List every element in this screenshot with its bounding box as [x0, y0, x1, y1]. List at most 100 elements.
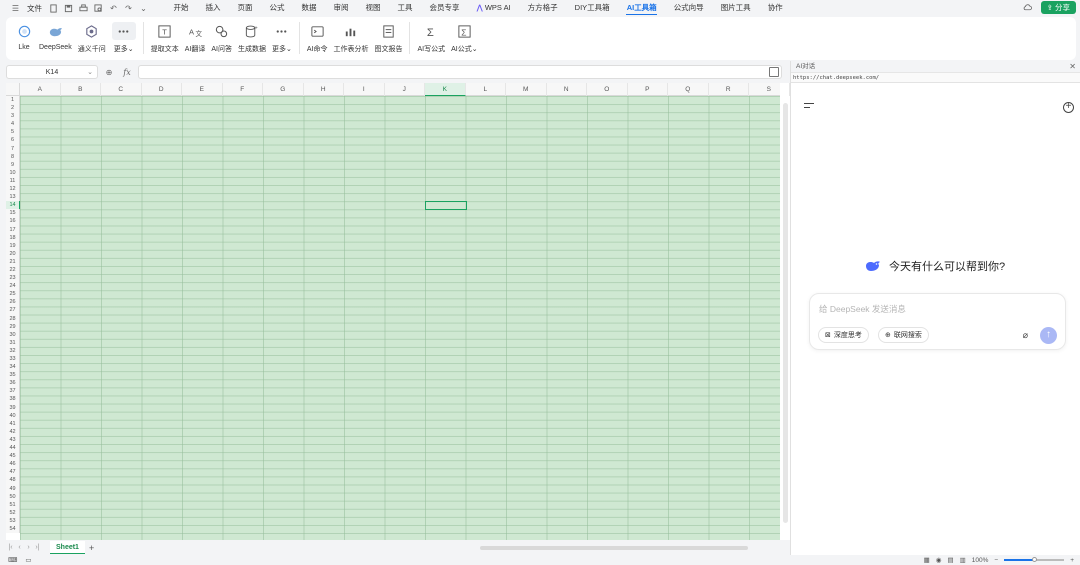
row-header[interactable]: 38: [6, 395, 20, 404]
zoom-slider[interactable]: [1004, 557, 1065, 562]
ribbon-button-5[interactable]: A 文 AI翻译: [182, 22, 209, 54]
row-header[interactable]: 3: [6, 112, 20, 121]
column-header[interactable]: A: [20, 83, 61, 96]
row-header[interactable]: 14: [6, 201, 20, 210]
ribbon-button-12[interactable]: Σ AI写公式: [414, 22, 448, 54]
row-header[interactable]: 6: [6, 136, 20, 145]
row-header[interactable]: 5: [6, 128, 20, 137]
row-header[interactable]: 16: [6, 217, 20, 226]
row-header[interactable]: 4: [6, 120, 20, 129]
column-header[interactable]: S: [749, 83, 790, 96]
print-icon[interactable]: [78, 2, 90, 14]
row-header[interactable]: 18: [6, 233, 20, 242]
column-header[interactable]: H: [304, 83, 344, 96]
next-sheet-icon[interactable]: ›: [24, 544, 33, 551]
ribbon-button-2[interactable]: 通义千问: [75, 22, 109, 54]
row-header[interactable]: 35: [6, 371, 20, 380]
macro-icon[interactable]: ⌨: [8, 556, 17, 564]
row-header[interactable]: 29: [6, 322, 20, 331]
eye-protect-icon[interactable]: ◉: [936, 556, 942, 564]
row-header[interactable]: 10: [6, 168, 20, 177]
row-header[interactable]: 7: [6, 144, 20, 153]
column-header[interactable]: R: [709, 83, 749, 96]
row-header[interactable]: 33: [6, 355, 20, 364]
row-header[interactable]: 50: [6, 492, 20, 501]
column-header[interactable]: F: [223, 83, 263, 96]
column-header[interactable]: Q: [668, 83, 709, 96]
row-header[interactable]: 11: [6, 176, 20, 186]
column-header[interactable]: D: [142, 83, 182, 96]
row-header[interactable]: 36: [6, 379, 20, 388]
column-header[interactable]: L: [466, 83, 506, 96]
row-header[interactable]: 23: [6, 274, 20, 283]
ribbon-button-4[interactable]: T 提取文本: [148, 22, 182, 54]
tab-7[interactable]: 工具: [389, 0, 421, 16]
close-icon[interactable]: ✕: [1069, 61, 1076, 73]
row-header[interactable]: 26: [6, 298, 20, 307]
chat-input-box[interactable]: 给 DeepSeek 发送消息 ⊠ 深度思考 ⊕ 联网搜索 ⌀ ↑: [809, 293, 1066, 350]
undo-icon[interactable]: ↶: [108, 2, 120, 14]
column-header[interactable]: P: [628, 83, 668, 96]
sheet-tab[interactable]: Sheet1: [50, 541, 85, 554]
sidebar-toggle-icon[interactable]: [804, 103, 814, 111]
tab-13[interactable]: 公式向导: [665, 0, 712, 16]
row-header[interactable]: 39: [6, 403, 20, 412]
sheet-status-icon[interactable]: ▭: [25, 556, 31, 564]
row-header[interactable]: 12: [6, 185, 20, 194]
row-header[interactable]: 41: [6, 419, 20, 428]
cell-area[interactable]: [20, 96, 780, 540]
page-break-icon[interactable]: ▥: [960, 556, 966, 564]
row-header[interactable]: 20: [6, 249, 20, 258]
new-chat-icon[interactable]: +: [1063, 102, 1074, 113]
row-header[interactable]: 21: [6, 257, 20, 266]
row-header[interactable]: 53: [6, 516, 20, 525]
row-header[interactable]: 25: [6, 290, 20, 299]
row-header[interactable]: 52: [6, 508, 20, 517]
select-all-corner[interactable]: [6, 83, 20, 96]
row-header[interactable]: 34: [6, 363, 20, 372]
zoom-search-icon[interactable]: ⊕: [102, 68, 116, 77]
row-header[interactable]: 17: [6, 225, 20, 234]
hamburger-menu-icon[interactable]: ☰: [10, 2, 22, 14]
column-header[interactable]: E: [182, 83, 223, 96]
row-header[interactable]: 42: [6, 427, 20, 436]
send-button[interactable]: ↑: [1040, 327, 1057, 344]
row-header[interactable]: 47: [6, 468, 20, 477]
column-header[interactable]: G: [263, 83, 304, 96]
ribbon-button-3[interactable]: 更多⌄: [109, 22, 139, 54]
ribbon-button-10[interactable]: 工作表分析: [330, 22, 371, 54]
tab-4[interactable]: 数据: [293, 0, 325, 16]
name-box[interactable]: K14 ⌄: [6, 65, 98, 79]
tab-6[interactable]: 视图: [357, 0, 389, 16]
row-header[interactable]: 9: [6, 160, 20, 169]
ribbon-button-1[interactable]: DeepSeek: [36, 22, 75, 51]
row-header[interactable]: 37: [6, 387, 20, 396]
tab-12[interactable]: AI工具箱: [618, 0, 665, 16]
row-header[interactable]: 43: [6, 435, 20, 445]
zoom-level[interactable]: 100%: [972, 557, 989, 564]
cloud-sync-icon[interactable]: [1021, 2, 1033, 14]
tab-2[interactable]: 页面: [229, 0, 261, 16]
attach-icon[interactable]: ⌀: [1023, 330, 1028, 341]
ribbon-button-7[interactable]: + 生成数据: [235, 22, 269, 54]
new-document-icon[interactable]: [48, 2, 60, 14]
row-header[interactable]: 54: [6, 524, 20, 534]
normal-view-icon[interactable]: ▦: [924, 556, 930, 564]
print-preview-icon[interactable]: [93, 2, 105, 14]
row-header[interactable]: 45: [6, 452, 20, 461]
row-header[interactable]: 44: [6, 444, 20, 453]
last-sheet-icon[interactable]: ›|: [33, 544, 42, 551]
row-header[interactable]: 48: [6, 476, 20, 485]
ribbon-button-11[interactable]: 图文报告: [371, 22, 405, 54]
selected-cell[interactable]: [425, 201, 467, 211]
row-header[interactable]: 46: [6, 460, 20, 469]
zoom-out-icon[interactable]: −: [994, 557, 998, 564]
column-header[interactable]: I: [344, 83, 385, 96]
add-sheet-icon[interactable]: +: [89, 543, 94, 553]
web-search-button[interactable]: ⊕ 联网搜索: [878, 327, 929, 343]
row-header[interactable]: 22: [6, 265, 20, 275]
row-header[interactable]: 51: [6, 500, 20, 509]
prev-sheet-icon[interactable]: ‹: [15, 544, 24, 551]
column-header[interactable]: J: [385, 83, 425, 96]
row-header[interactable]: 31: [6, 338, 20, 347]
